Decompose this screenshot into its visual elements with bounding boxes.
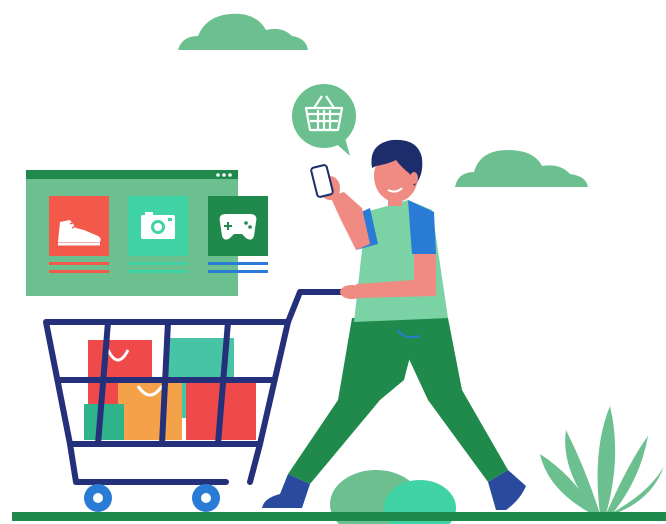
cart-contents (84, 338, 256, 440)
shopping-illustration (12, 13, 666, 524)
ground-line (12, 512, 666, 521)
right-leg (390, 318, 508, 482)
cloud-top-icon (178, 13, 308, 51)
camera-icon (141, 212, 175, 239)
plant-icon (540, 406, 664, 514)
phone (310, 164, 334, 198)
cloud-right-icon (455, 150, 588, 187)
right-sleeve (408, 200, 436, 254)
left-arm (330, 192, 370, 250)
left-leg (288, 318, 420, 484)
cart-wheel-left (84, 484, 112, 512)
person (262, 139, 526, 510)
cart-wheel-right (192, 484, 220, 512)
